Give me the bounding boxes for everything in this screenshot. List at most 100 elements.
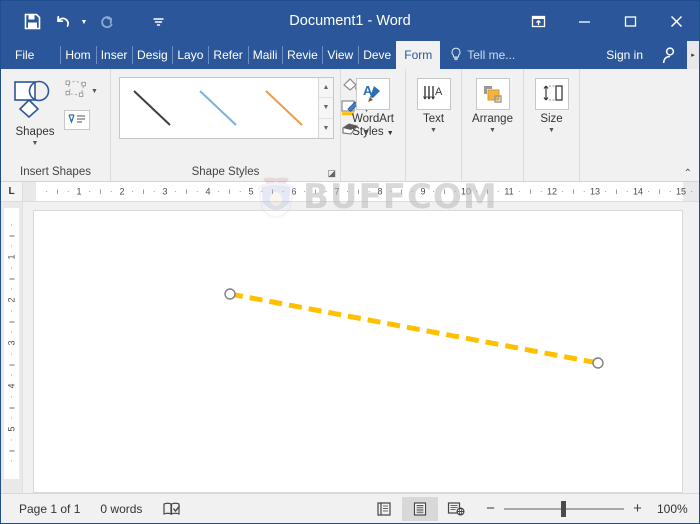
quick-access-toolbar: ▼ bbox=[1, 7, 173, 35]
vruler-minor-tick: · bbox=[6, 244, 16, 248]
ruler-tick-1: 1 bbox=[76, 186, 82, 196]
dashed-line-shape[interactable] bbox=[34, 211, 682, 492]
vruler-tick-2: 2 bbox=[6, 297, 16, 303]
shape-style-blue[interactable] bbox=[186, 78, 252, 138]
customize-qat-icon[interactable] bbox=[143, 7, 173, 35]
web-layout-button[interactable] bbox=[438, 497, 474, 521]
shape-styles-gallery[interactable]: ▲ ▼ ▼ bbox=[119, 77, 334, 139]
tab-format[interactable]: Form bbox=[396, 41, 441, 69]
tab-mailings[interactable]: Maili bbox=[247, 41, 283, 69]
ruler-minor-tick: · bbox=[238, 186, 242, 196]
tab-review[interactable]: Revie bbox=[282, 41, 322, 69]
group-label-wordart-styles bbox=[341, 163, 405, 181]
text-button[interactable]: A Text ▼ bbox=[408, 75, 460, 134]
zoom-in-button[interactable]: + bbox=[631, 500, 644, 517]
gallery-scroll-up-icon[interactable]: ▲ bbox=[319, 78, 333, 99]
ribbon-display-options-button[interactable] bbox=[515, 1, 561, 41]
gallery-scroll-down-icon[interactable]: ▼ bbox=[319, 98, 333, 119]
gallery-scroll-buttons[interactable]: ▲ ▼ ▼ bbox=[318, 78, 333, 138]
document-canvas[interactable] bbox=[23, 202, 699, 493]
shape-styles-dialog-launcher[interactable]: ◪ bbox=[327, 168, 336, 179]
vruler-minor-tick: · bbox=[6, 330, 16, 334]
horizontal-ruler: L 1 · ı · 2 · ı · 3 · ı · 4 · ı · 5 · ı · 6 · ı · 7 · ı · 8 · ı · 9 · ı · 10… bbox=[1, 182, 699, 202]
arrange-button[interactable]: Arrange ▼ bbox=[467, 75, 519, 134]
size-icon bbox=[534, 78, 569, 110]
tab-stop-selector[interactable]: L bbox=[1, 182, 23, 201]
ruler-minor-tick: · bbox=[367, 186, 371, 196]
shape-style-orange[interactable] bbox=[252, 78, 318, 138]
group-label-arrange bbox=[462, 163, 523, 181]
account-dropdown-caret[interactable]: ▸ bbox=[687, 41, 699, 69]
horizontal-ruler-track[interactable]: 1 · ı · 2 · ı · 3 · ı · 4 · ı · 5 · ı · 6 · ı · 7 · ı · 8 · ı · 9 · ı · 10 · ı… bbox=[23, 182, 699, 201]
zoom-slider[interactable] bbox=[504, 500, 624, 517]
vruler-minor-tick: · bbox=[6, 395, 16, 399]
ruler-minor-tick: · bbox=[389, 186, 393, 196]
end-handle[interactable] bbox=[592, 357, 604, 369]
minimize-button[interactable] bbox=[561, 1, 607, 41]
shapes-gallery-button[interactable]: Shapes ▼ bbox=[6, 75, 64, 147]
tab-view[interactable]: View bbox=[322, 41, 358, 69]
ruler-tick-12: 12 bbox=[546, 186, 558, 196]
word-window: ▼ Document1 - Word File Hom Inser Desig … bbox=[0, 0, 700, 524]
read-mode-button[interactable] bbox=[366, 497, 402, 521]
zoom-out-button[interactable]: − bbox=[484, 500, 497, 517]
ruler-minor-tick: · bbox=[518, 186, 522, 196]
word-count[interactable]: 0 words bbox=[90, 502, 152, 516]
tell-me-box[interactable]: Tell me... bbox=[450, 41, 515, 69]
edit-shape-button[interactable]: ▼ bbox=[64, 79, 98, 104]
wordart-styles-button[interactable]: A WordArt Styles ▼ bbox=[346, 75, 400, 140]
tab-insert[interactable]: Inser bbox=[95, 41, 133, 69]
proofing-errors-icon[interactable] bbox=[152, 501, 191, 517]
vruler-tick-5: 5 bbox=[6, 426, 16, 432]
gallery-more-icon[interactable]: ▼ bbox=[319, 119, 333, 138]
undo-dropdown-caret[interactable]: ▼ bbox=[77, 7, 91, 35]
ruler-minor-tick: ı bbox=[529, 186, 532, 196]
tab-design[interactable]: Desig bbox=[132, 41, 172, 69]
ruler-minor-tick: · bbox=[281, 186, 285, 196]
collapse-ribbon-button[interactable]: ⌃ bbox=[684, 168, 692, 179]
vruler-minor-tick: · bbox=[6, 416, 16, 420]
tell-me-label: Tell me... bbox=[467, 48, 516, 62]
maximize-button[interactable] bbox=[607, 1, 653, 41]
ruler-minor-tick: ı bbox=[99, 186, 102, 196]
arrange-dropdown-caret[interactable]: ▼ bbox=[489, 127, 496, 134]
close-button[interactable] bbox=[653, 1, 699, 41]
tab-home[interactable]: Hom bbox=[60, 41, 95, 69]
document-page[interactable] bbox=[33, 210, 683, 493]
tab-references[interactable]: Refer bbox=[208, 41, 247, 69]
text-label: Text bbox=[422, 113, 445, 125]
undo-icon[interactable] bbox=[47, 7, 77, 35]
tab-developer[interactable]: Deve bbox=[358, 41, 396, 69]
ruler-minor-tick: ı bbox=[228, 186, 231, 196]
arrange-label: Arrange bbox=[472, 113, 513, 125]
tab-layout[interactable]: Layo bbox=[172, 41, 208, 69]
page-indicator[interactable]: Page 1 of 1 bbox=[9, 502, 90, 516]
group-wordart-styles: A WordArt Styles ▼ bbox=[341, 69, 406, 181]
tab-file[interactable]: File bbox=[1, 41, 49, 69]
zoom-level[interactable]: 100% bbox=[657, 502, 691, 516]
print-layout-button[interactable] bbox=[402, 496, 438, 521]
shapes-dropdown-caret[interactable]: ▼ bbox=[32, 140, 39, 147]
start-handle[interactable] bbox=[224, 288, 236, 300]
text-dropdown-caret[interactable]: ▼ bbox=[430, 127, 437, 134]
account-icon[interactable] bbox=[653, 41, 687, 69]
wordart-label-line1: WordArt bbox=[352, 113, 394, 125]
window-controls bbox=[515, 1, 699, 41]
shape-style-dark[interactable] bbox=[120, 78, 186, 138]
size-dropdown-caret[interactable]: ▼ bbox=[548, 127, 555, 134]
vertical-ruler[interactable]: 1 · ı · 2 · ı · 3 · ı · 4 · ı · 5 · ı · · ı · bbox=[1, 202, 23, 493]
vruler-minor-tick: · bbox=[6, 266, 16, 270]
text-box-button[interactable] bbox=[64, 110, 98, 130]
ruler-minor-tick: · bbox=[647, 186, 651, 196]
zoom-slider-thumb[interactable] bbox=[561, 500, 566, 517]
ruler-minor-tick: · bbox=[668, 186, 672, 196]
edit-shape-caret[interactable]: ▼ bbox=[91, 88, 98, 95]
ruler-tick-3: 3 bbox=[162, 186, 168, 196]
size-button[interactable]: Size ▼ bbox=[526, 75, 578, 134]
shape-line-path[interactable] bbox=[229, 291, 599, 366]
save-icon[interactable] bbox=[17, 7, 47, 35]
vruler-minor-tick: · bbox=[6, 309, 16, 313]
ruler-minor-tick: · bbox=[582, 186, 586, 196]
sign-in-button[interactable]: Sign in bbox=[596, 41, 653, 69]
ruler-minor-tick: · bbox=[625, 186, 629, 196]
